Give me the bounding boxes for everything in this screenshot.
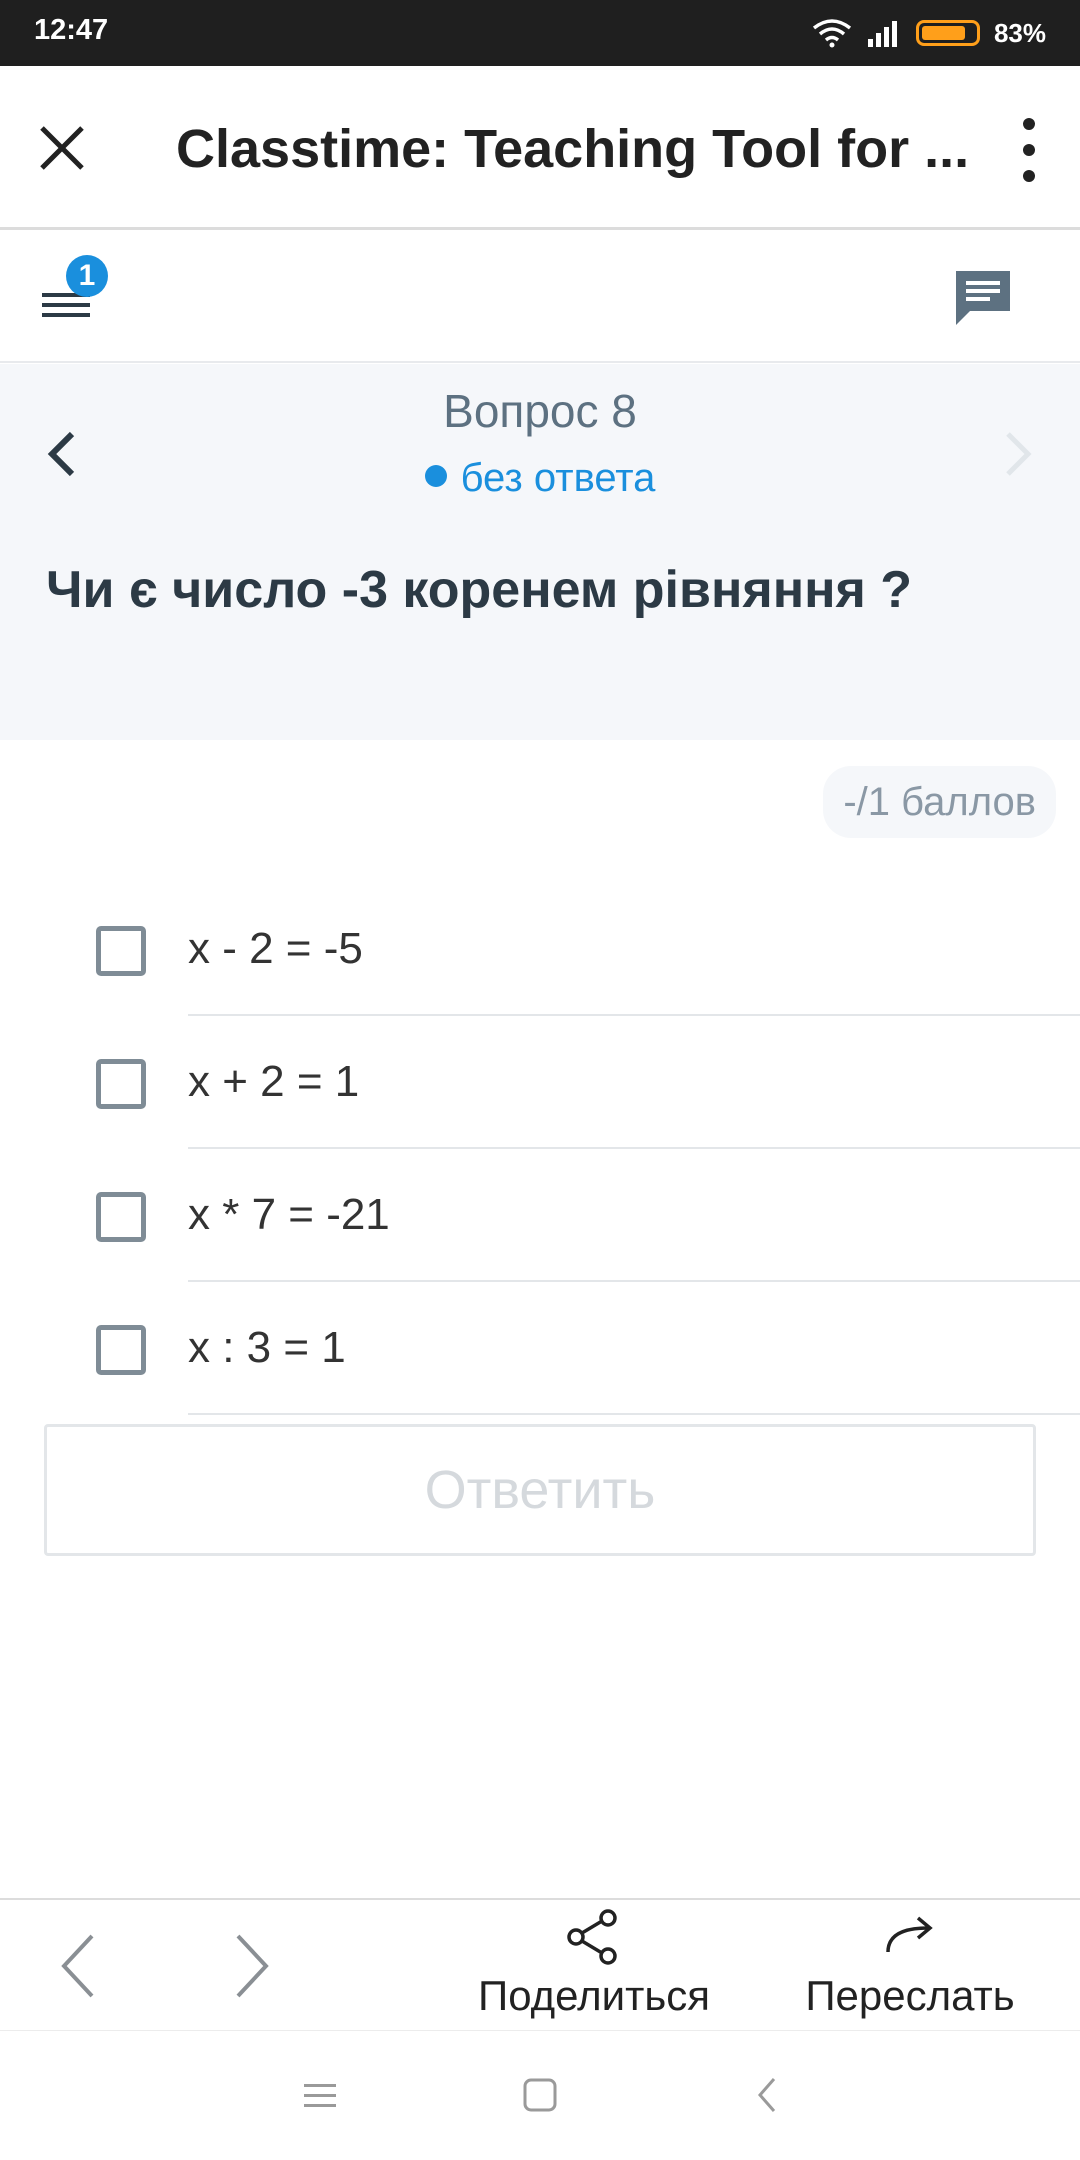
status-bar: 12:47 83% bbox=[0, 0, 1080, 66]
submit-answer-button[interactable]: Ответить bbox=[44, 1424, 1036, 1556]
signal-icon bbox=[867, 21, 897, 47]
question-header: Вопрос 8 без ответа Чи є число -3 корене… bbox=[0, 364, 1080, 740]
home-icon[interactable] bbox=[520, 2075, 560, 2115]
quiz-toolbar: 1 bbox=[0, 233, 1080, 363]
forward-button[interactable]: Переслать bbox=[790, 1908, 1030, 2020]
recents-icon[interactable] bbox=[300, 2075, 340, 2115]
divider bbox=[188, 1014, 1080, 1016]
forward-arrow-icon[interactable] bbox=[230, 1930, 274, 2002]
answer-option[interactable]: x * 7 = -21 bbox=[0, 1152, 1080, 1284]
back-arrow-icon[interactable] bbox=[56, 1930, 100, 2002]
share-button[interactable]: Поделиться bbox=[464, 1908, 724, 2020]
forward-label: Переслать bbox=[805, 1972, 1015, 2019]
answer-status-text: без ответа bbox=[460, 456, 656, 500]
chat-icon[interactable] bbox=[952, 267, 1014, 329]
battery-icon bbox=[915, 20, 980, 46]
notification-badge: 1 bbox=[66, 255, 108, 297]
checkbox[interactable] bbox=[96, 1059, 146, 1109]
status-dot bbox=[424, 465, 447, 487]
clock: 12:47 bbox=[34, 14, 109, 46]
divider bbox=[188, 1413, 1080, 1415]
answer-option[interactable]: x - 2 = -5 bbox=[0, 886, 1080, 1018]
question-number: Вопрос 8 bbox=[443, 385, 637, 437]
system-nav-bar bbox=[0, 2030, 1080, 2160]
share-icon bbox=[567, 1909, 617, 1965]
checkbox[interactable] bbox=[96, 1192, 146, 1242]
answer-status: без ответа bbox=[0, 456, 1080, 501]
more-vert-icon[interactable] bbox=[1004, 110, 1054, 190]
answer-label: x * 7 = -21 bbox=[188, 1190, 390, 1239]
answer-label: x - 2 = -5 bbox=[188, 924, 363, 973]
question-text: Чи є число -3 коренем рівняння ? bbox=[46, 561, 913, 619]
answer-label: x : 3 = 1 bbox=[188, 1323, 346, 1372]
divider bbox=[188, 1280, 1080, 1282]
system-back-icon[interactable] bbox=[748, 2075, 788, 2115]
next-question-icon[interactable] bbox=[996, 424, 1040, 484]
close-icon[interactable] bbox=[30, 116, 94, 180]
checkbox[interactable] bbox=[96, 926, 146, 976]
battery-percent: 83% bbox=[993, 17, 1046, 48]
checkbox[interactable] bbox=[96, 1325, 146, 1375]
divider bbox=[188, 1147, 1080, 1149]
wifi-icon bbox=[812, 19, 852, 48]
share-label: Поделиться bbox=[478, 1972, 710, 2019]
bottom-nav: Поделиться Переслать bbox=[0, 1898, 1080, 2030]
points-badge: -/1 баллов bbox=[823, 766, 1056, 838]
answer-label: x + 2 = 1 bbox=[188, 1057, 360, 1106]
answer-option[interactable]: x : 3 = 1 bbox=[0, 1285, 1080, 1417]
status-icons: 83% bbox=[812, 14, 1046, 52]
forward-icon bbox=[886, 1916, 933, 1953]
app-title: Classtime: Teaching Tool for ... bbox=[176, 119, 970, 179]
app-bar: Classtime: Teaching Tool for ... bbox=[0, 66, 1080, 230]
answer-option[interactable]: x + 2 = 1 bbox=[0, 1019, 1080, 1151]
